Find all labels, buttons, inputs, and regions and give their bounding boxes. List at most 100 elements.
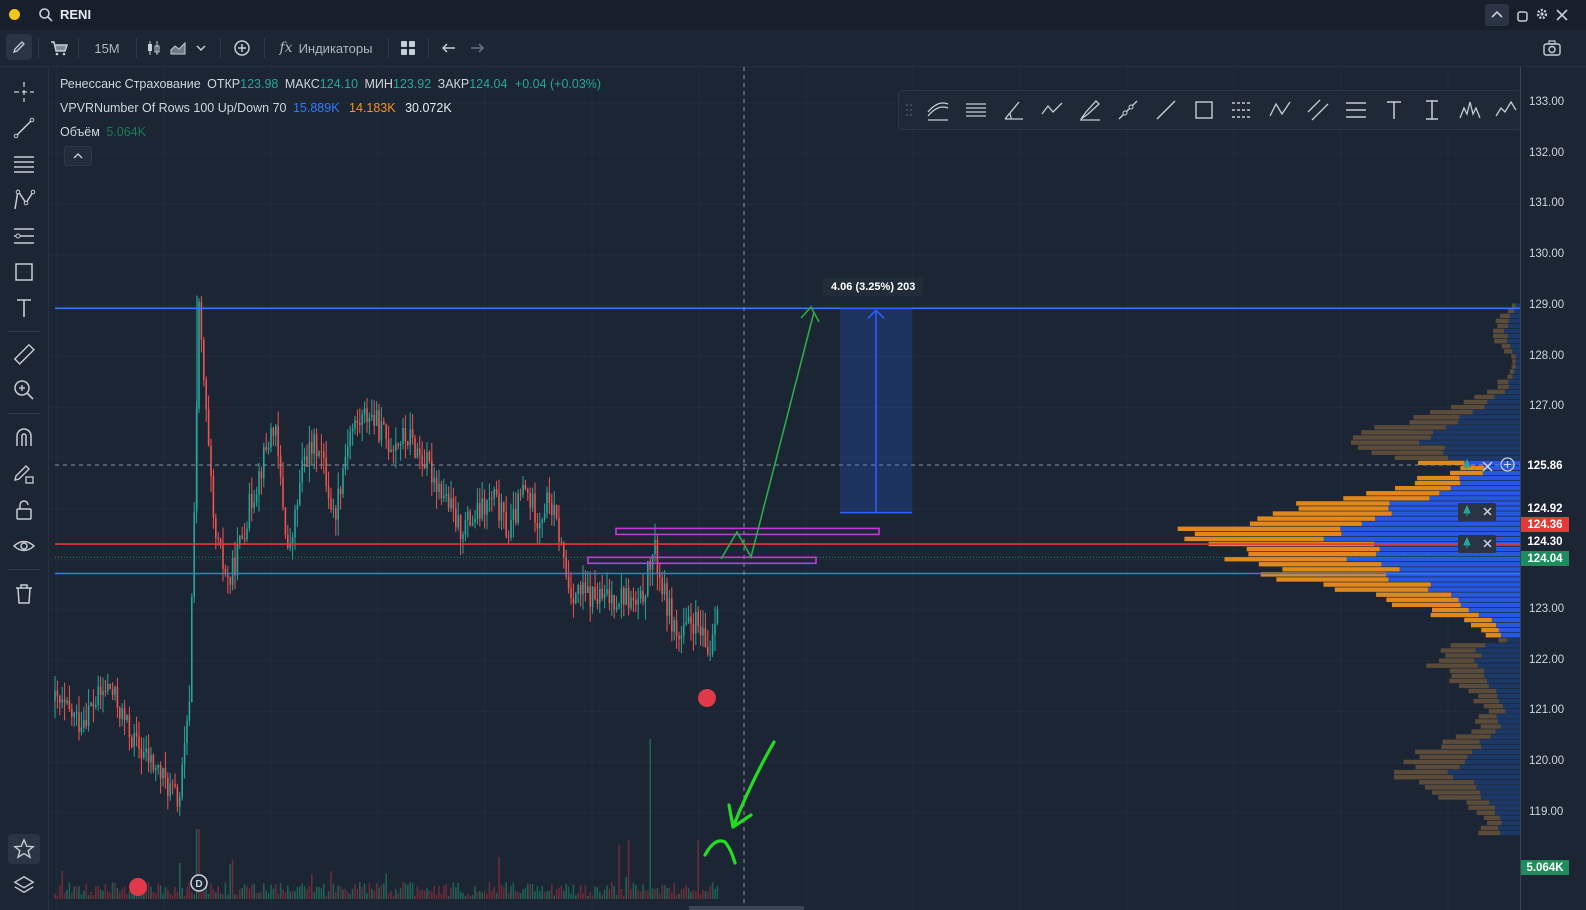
add-compare-icon[interactable] <box>230 36 254 60</box>
remove-alert-icon[interactable] <box>1482 459 1493 472</box>
parallel-channel-icon[interactable] <box>923 95 953 125</box>
brush-icon[interactable] <box>1075 95 1105 125</box>
unlock-icon[interactable] <box>8 495 40 525</box>
volume-bar <box>515 891 517 899</box>
gear-icon[interactable] <box>1535 7 1549 21</box>
line-icon[interactable] <box>1151 95 1181 125</box>
candle-body <box>414 437 416 458</box>
trend-line-icon[interactable] <box>8 113 40 143</box>
add-alert-plus-icon[interactable] <box>1500 457 1515 472</box>
candle-body <box>383 421 385 425</box>
magnet-icon[interactable] <box>8 423 40 453</box>
undo-icon[interactable] <box>437 36 461 60</box>
chevron-down-icon[interactable] <box>191 36 211 60</box>
text-icon[interactable] <box>8 293 40 323</box>
vpvr-up-bar <box>1484 673 1520 679</box>
low-value: 123.92 <box>392 77 432 91</box>
vpvr-up-bar <box>1479 739 1520 744</box>
low-label: МИН <box>364 77 393 91</box>
candle-body <box>397 443 399 446</box>
alert-box-1[interactable] <box>1458 503 1496 521</box>
vpvr-up-bar <box>1443 450 1520 455</box>
text-tool-icon[interactable] <box>1379 95 1409 125</box>
price-axis[interactable]: 133.00 132.00 131.00 130.00 129.00 128.00 127.… <box>1520 67 1586 910</box>
vpvr-up-bar <box>1512 349 1520 354</box>
rectangle-icon[interactable] <box>8 257 40 287</box>
fib-icon[interactable] <box>8 221 40 251</box>
collapse-legend-button[interactable] <box>64 146 92 166</box>
vpvr-up-bar <box>1433 430 1520 435</box>
price-range-icon[interactable] <box>1417 95 1447 125</box>
zone-rectangle <box>587 556 817 565</box>
search-icon[interactable] <box>38 7 54 23</box>
elliott-wave-icon[interactable] <box>1491 95 1521 125</box>
vpvr-up-bar <box>1504 389 1520 395</box>
measure-label[interactable]: 4.06 (3.25%) 203 <box>823 278 924 296</box>
horizontal-lines-icon[interactable] <box>8 149 40 179</box>
trash-icon[interactable] <box>8 579 40 609</box>
pencil-icon[interactable] <box>6 34 32 60</box>
area-chart-icon[interactable] <box>167 36 189 60</box>
vpvr-up-bar <box>1468 607 1520 613</box>
vpvr-up-bar <box>1481 653 1520 658</box>
layout-grid-icon[interactable] <box>396 36 420 60</box>
volume-bar <box>714 889 716 899</box>
vpvr-up-bar <box>1419 440 1520 445</box>
drag-handle-icon[interactable] <box>905 102 913 118</box>
volume-bar <box>253 883 255 899</box>
vpvr-legend[interactable]: VPVRNumber Of Rows 100 Up/Down 70 15.889… <box>60 101 452 115</box>
eye-icon[interactable] <box>8 531 40 561</box>
candle-body <box>491 498 493 500</box>
candles-icon[interactable] <box>143 36 165 60</box>
candle-body <box>330 498 332 510</box>
ruler-icon[interactable] <box>8 339 40 369</box>
collapse-icon[interactable] <box>1485 4 1509 26</box>
volume-bar <box>479 890 481 899</box>
box-icon[interactable] <box>1189 95 1219 125</box>
candle-body <box>203 339 205 380</box>
annotation-squiggle <box>703 839 737 865</box>
volume-bar <box>378 887 380 899</box>
layers-icon[interactable] <box>8 870 40 900</box>
volume-bar <box>339 886 342 899</box>
camera-icon[interactable] <box>1540 36 1564 60</box>
alert-box-2[interactable] <box>1458 535 1496 553</box>
candle-body <box>323 451 325 458</box>
angle-icon[interactable] <box>999 95 1029 125</box>
vpvr-down-bar <box>1432 607 1469 613</box>
volume-bar <box>411 883 414 899</box>
close-icon[interactable] <box>1556 8 1568 21</box>
star-icon[interactable] <box>8 834 40 864</box>
candle-body <box>87 705 90 727</box>
alert-bell-icon[interactable] <box>1461 458 1473 470</box>
indicators-button[interactable]: fx Индикаторы <box>274 36 378 60</box>
lock-drawing-icon[interactable] <box>8 459 40 489</box>
vpvr-up-bar <box>1460 480 1520 486</box>
abcd-pattern-icon[interactable] <box>1265 95 1295 125</box>
regression-icon[interactable] <box>1341 95 1371 125</box>
volume-bar <box>666 887 668 899</box>
window-maximize-icon[interactable] <box>1517 9 1528 22</box>
cart-icon[interactable] <box>46 36 72 60</box>
pattern-icon[interactable] <box>8 185 40 215</box>
price-tick-label: 122.00 <box>1529 653 1565 666</box>
channel-icon[interactable] <box>1227 95 1257 125</box>
vpvr-down-bar <box>1430 612 1479 618</box>
polyline-icon[interactable] <box>1037 95 1067 125</box>
chart-pane[interactable]: D <box>49 67 1537 910</box>
price-tick-label: 128.00 <box>1529 349 1565 362</box>
redo-icon[interactable] <box>465 36 489 60</box>
extended-line-icon[interactable] <box>1113 95 1143 125</box>
zoom-in-icon[interactable] <box>8 375 40 405</box>
vpvr-up-bar <box>1487 399 1520 405</box>
volume-legend[interactable]: Объём 5.064K <box>60 125 146 139</box>
candle-body <box>373 414 375 426</box>
head-shoulders-icon[interactable] <box>1455 95 1485 125</box>
chart-canvas[interactable]: D <box>49 67 1537 910</box>
parallel-lines-icon[interactable] <box>1303 95 1333 125</box>
symbol-label[interactable]: RENI <box>60 7 91 22</box>
crosshair-icon[interactable] <box>8 77 40 107</box>
vpvr-up-bar <box>1488 683 1520 689</box>
fib-levels-icon[interactable] <box>961 95 991 125</box>
interval-button[interactable]: 15M <box>86 36 128 60</box>
